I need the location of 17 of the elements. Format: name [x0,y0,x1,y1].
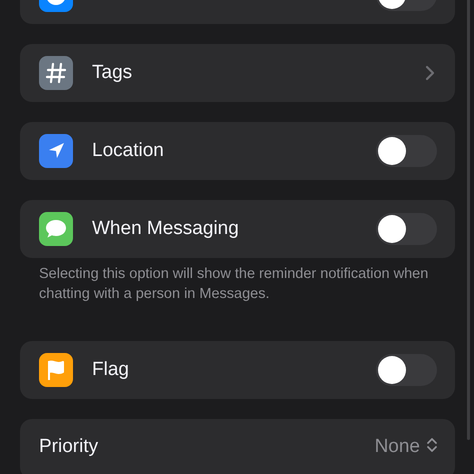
settings-row[interactable]: Tags [20,44,455,102]
settings-row[interactable]: Flag [20,341,455,399]
toggle-switch[interactable] [376,354,437,386]
priority-value[interactable]: None [374,436,420,458]
footer-note: Selecting this option will show the reminder notification when chatting with a person in Messages. [39,265,430,304]
row-label: Priority [39,436,98,458]
settings-row[interactable]: Priority None [20,419,455,474]
toggle-switch[interactable] [376,213,437,245]
toggle-switch[interactable] [376,135,437,167]
up-down-chevron-icon [426,436,438,454]
row-label: Flag [92,359,129,381]
row-label: When Messaging [92,218,239,240]
row-label: Tags [92,62,132,84]
chevron-right-icon [425,65,435,81]
settings-row[interactable]: When Messaging [20,200,455,258]
settings-row[interactable]: Location [20,122,455,180]
row-label: Location [92,140,164,162]
